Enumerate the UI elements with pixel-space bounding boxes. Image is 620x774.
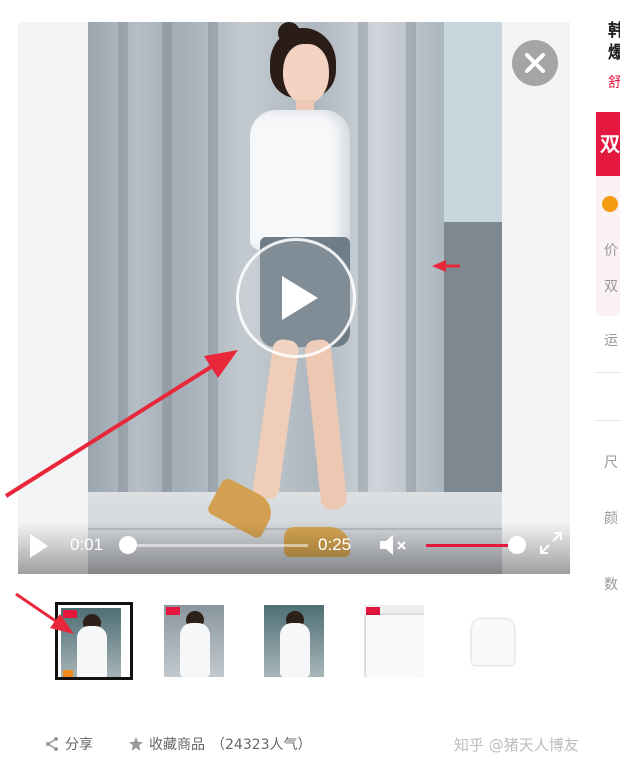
thumb-model: [280, 623, 310, 677]
quantity-label: 数: [604, 577, 618, 593]
video-controls: 0:01 0:25: [18, 522, 570, 574]
promo-tag: [63, 670, 73, 677]
promo-tag: [166, 607, 180, 615]
product-info-panel: 韩 爆 舒 双 价 双 运 尺 颜 数: [596, 0, 620, 774]
model-leg: [251, 338, 300, 501]
volume-track[interactable]: [426, 544, 518, 547]
thumbnail-image: [264, 605, 324, 677]
thumbnail-5[interactable]: [459, 602, 537, 680]
star-icon: [129, 737, 143, 751]
model-white-shirt: [250, 110, 350, 250]
curtain-fold: [406, 22, 416, 492]
favorite-label: 收藏商品: [149, 737, 205, 753]
volume-mute-icon[interactable]: [378, 532, 408, 558]
promo-tag: [63, 610, 77, 618]
favorite-button[interactable]: 收藏商品 （24323人气）: [128, 734, 312, 754]
color-label: 颜: [604, 511, 618, 527]
price-label: 价: [604, 243, 618, 259]
shirt-product: [472, 619, 514, 665]
progress-track[interactable]: [128, 544, 308, 547]
close-icon: [525, 53, 545, 73]
thumbnail-image: [61, 608, 121, 677]
shirt-detail: [366, 615, 424, 677]
watermark: 知乎 @猪天人博友: [454, 736, 579, 754]
curtain-fold: [162, 22, 172, 492]
share-button[interactable]: 分享: [44, 734, 93, 754]
video-player[interactable]: 0:01 0:25: [18, 22, 570, 574]
model-face: [283, 44, 329, 104]
product-title: 韩 爆: [608, 21, 620, 63]
play-icon[interactable]: [28, 532, 50, 560]
promo-tag: [366, 607, 380, 615]
volume-knob[interactable]: [508, 536, 526, 554]
divider: [596, 372, 620, 373]
wall-panel: [444, 222, 502, 492]
promo-label: 双: [604, 279, 618, 295]
thumbnail-image: [462, 605, 522, 677]
thumbnail-4[interactable]: [361, 602, 439, 680]
action-bar: 分享 收藏商品 （24323人气） 知乎 @猪天人博友: [44, 734, 604, 758]
size-label: 尺: [604, 455, 618, 471]
thumbnail-image: [164, 605, 224, 677]
model-hair-bun: [278, 22, 300, 44]
thumbnail-strip: [55, 602, 535, 682]
promo-banner[interactable]: 双: [596, 112, 620, 176]
current-time: 0:01: [70, 535, 104, 554]
fullscreen-icon[interactable]: [538, 530, 564, 556]
wall: [444, 22, 502, 222]
curtain-fold: [208, 22, 218, 492]
progress-knob[interactable]: [119, 536, 137, 554]
center-play-button[interactable]: [236, 238, 356, 358]
divider: [596, 420, 620, 421]
close-video-button[interactable]: [512, 40, 558, 86]
thumb-model: [180, 623, 210, 677]
share-label: 分享: [65, 737, 93, 753]
favorite-count: （24323人气）: [211, 737, 312, 753]
share-icon: [46, 737, 58, 751]
thumb-model: [77, 626, 107, 677]
duration: 0:25: [318, 535, 352, 554]
coin-icon: [602, 196, 618, 212]
play-icon: [282, 276, 318, 320]
thumbnail-3[interactable]: [261, 602, 339, 680]
thumbnail-image: [364, 605, 424, 677]
thumbnail-1[interactable]: [55, 602, 133, 680]
curtain-fold: [118, 22, 128, 492]
thumbnail-2[interactable]: [161, 602, 239, 680]
product-subtitle: 舒: [608, 75, 620, 91]
shipping-label: 运: [604, 333, 618, 349]
model-leg: [304, 338, 348, 511]
curtain-fold: [358, 22, 368, 492]
